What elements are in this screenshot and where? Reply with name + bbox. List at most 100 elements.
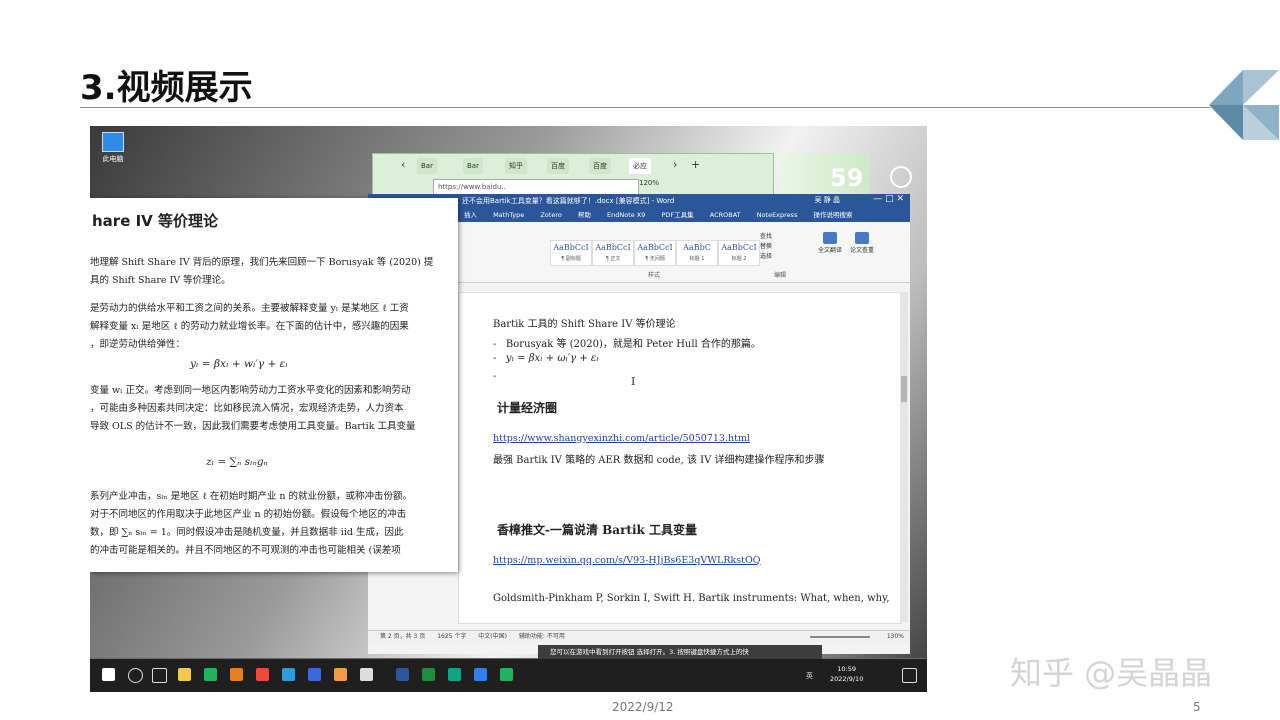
pdf-line: 解释变量 xₗ 是地区 ℓ 的劳动力就业增长率。在下面的估计中，感兴趣的因果 — [90, 321, 409, 332]
style-name: 标题 1 — [689, 256, 705, 262]
firefox-icon[interactable] — [230, 668, 243, 681]
doc-link-2[interactable]: https://mp.weixin.qq.com/s/V93-HJjBs6E3q… — [493, 555, 761, 566]
doc-link-1[interactable]: https://www.shangyexinzhi.com/article/50… — [493, 433, 750, 444]
ribbon-group-styles: 样式 — [648, 272, 661, 279]
browser-tab-1[interactable]: Bar — [417, 158, 437, 174]
chevron-left-icon[interactable]: ‹ — [401, 158, 405, 171]
ribbon-tab-zotero[interactable]: Zotero — [540, 211, 561, 219]
pdf-line: 是劳动力的供给水平和工资之间的关系。主要被解释变量 yₗ 是某地区 ℓ 工资 — [90, 303, 409, 314]
select-command[interactable]: 选择 — [760, 252, 772, 262]
pdf-line: 系列产业冲击，sₗₙ 是地区 ℓ 在初始时期产业 n 的就业份额，或称冲击份额。 — [90, 491, 413, 502]
app-icon-6[interactable] — [448, 668, 461, 681]
browser-tab-6[interactable]: 必应 — [629, 158, 651, 174]
app-icon-1[interactable] — [178, 668, 191, 681]
doc-bullet-1-text: Borusyak 等 (2020)，就是和 Peter Hull 合作的那篇。 — [505, 339, 761, 350]
status-words: 1625 个字 — [437, 633, 467, 640]
plagiarism-check-button[interactable]: 论文查重 — [848, 232, 876, 255]
desktop-icon-this-pc[interactable]: 此电脑 — [98, 132, 128, 164]
pdf-equation-1: yₗ = βxₗ + wₗ′γ + εₗ — [190, 358, 288, 370]
style-subtitle[interactable]: AaBbCcI ¶ 副标题 — [550, 240, 592, 266]
browser-tab-5[interactable]: 百度 — [589, 158, 611, 174]
slide-title: 3.视频展示 — [80, 68, 253, 108]
browser-tab-3[interactable]: 知乎 — [505, 158, 527, 174]
notification-center-icon[interactable] — [902, 668, 917, 683]
watermark: 知乎 @吴晶晶 — [1010, 654, 1213, 692]
task-view-icon[interactable] — [152, 668, 167, 683]
edit-commands: 查找 替换 选择 — [760, 232, 772, 262]
translate-button[interactable]: 全文翻译 — [816, 232, 844, 255]
style-sample: AaBbCcI — [553, 243, 589, 252]
user-name[interactable]: 吴 静 晶 — [815, 195, 840, 205]
find-command[interactable]: 查找 — [760, 232, 772, 242]
search-icon[interactable] — [128, 668, 143, 683]
status-accessibility[interactable]: 辅助功能: 不可用 — [519, 633, 565, 640]
style-heading-1[interactable]: AaBbC 标题 1 — [676, 240, 718, 266]
app-icon-7[interactable] — [474, 668, 487, 681]
zoom-level: 120% — [639, 179, 660, 187]
style-sample: AaBbCcI — [595, 243, 631, 252]
app-icon-4[interactable] — [334, 668, 347, 681]
style-heading-2[interactable]: AaBbCcI 标题 2 — [718, 240, 760, 266]
ribbon-tab-pdf[interactable]: PDF工具集 — [661, 211, 693, 219]
ribbon-tab-endnote[interactable]: EndNote X9 — [607, 211, 645, 219]
ribbon-tab-insert[interactable]: 插入 — [464, 211, 477, 219]
ribbon-tab-mathtype[interactable]: MathType — [493, 211, 524, 219]
status-language[interactable]: 中文(中国) — [478, 633, 507, 640]
chevron-right-icon[interactable]: › — [673, 158, 677, 171]
taskbar-clock[interactable]: 10:59 2022/9/10 — [830, 664, 863, 684]
add-tab-icon[interactable]: + — [691, 158, 700, 171]
pdf-line: 导致 OLS 的估计不一致，因此我们需要考虑使用工具变量。Bartik 工具变量 — [90, 421, 416, 432]
url-bar[interactable]: https://www.baidu.. — [433, 179, 639, 195]
browser-tab-4[interactable]: 百度 — [547, 158, 569, 174]
pdf-line: 具的 Shift Share IV 等价理论。 — [90, 275, 231, 286]
style-sample: AaBbCcI — [637, 243, 673, 252]
document-page[interactable]: Bartik 工具的 Shift Share IV 等价理论 - Borusya… — [458, 292, 902, 624]
status-zoom[interactable]: 130% — [887, 631, 904, 643]
computer-icon — [102, 132, 124, 152]
pdf-viewer-window: hare IV 等价理论 地理解 Shift Share IV 背后的原理，我们… — [90, 198, 458, 572]
weather-icon — [890, 166, 912, 188]
document-scrollbar[interactable] — [900, 292, 908, 622]
pdf-line: ，可能由多种因素共同决定：比如移民流入情况，宏观经济走势，人力资本 — [90, 403, 404, 414]
status-page: 第 2 页，共 3 页 — [380, 633, 426, 640]
edge-icon[interactable] — [282, 668, 295, 681]
word-icon[interactable] — [396, 668, 409, 681]
word-status-bar: 第 2 页，共 3 页 1625 个字 中文(中国) 辅助功能: 不可用 130… — [368, 630, 910, 643]
style-sample: AaBbC — [683, 243, 711, 252]
input-method-indicator[interactable]: 英 — [806, 671, 813, 681]
translate-icon — [823, 232, 837, 244]
style-name: ¶ 副标题 — [561, 256, 581, 262]
scrollbar-thumb[interactable] — [901, 376, 907, 402]
style-normal[interactable]: AaBbCcI ¶ 正文 — [592, 240, 634, 266]
chrome-icon[interactable] — [256, 668, 269, 681]
pdf-heading: hare IV 等价理论 — [92, 212, 219, 230]
zoom-slider[interactable] — [810, 636, 870, 638]
window-controls[interactable]: — □ ✕ — [873, 194, 904, 204]
screen-recording: 此电脑 ‹ Bar Bar 知乎 百度 百度 必应 › + https://ww… — [90, 126, 927, 692]
app-icon-2[interactable] — [204, 668, 217, 681]
pdf-line: 数，即 ∑ₙ sₗₙ = 1。同时假设冲击是随机变量，并且数据非 iid 生成，… — [90, 527, 404, 538]
doc-bullet-2: - yₗ = βxₗ + ωₗ′γ + εₗ — [493, 353, 599, 364]
app-icon-3[interactable] — [308, 668, 321, 681]
desktop-clock-widget: 59 — [830, 164, 864, 192]
ribbon-search[interactable]: 操作说明搜索 — [814, 211, 853, 219]
pdf-line: 变量 wₗ 正交。考虑到同一地区内影响劳动力工资水平变化的因素和影响劳动 — [90, 385, 411, 396]
desktop-icon-label: 此电脑 — [102, 155, 124, 163]
app-icon-5[interactable] — [422, 668, 435, 681]
text-cursor-icon: I — [631, 375, 636, 388]
settings-icon[interactable] — [360, 668, 373, 681]
windows-start-icon[interactable] — [102, 668, 115, 681]
wechat-icon[interactable] — [500, 668, 513, 681]
style-no-spacing[interactable]: AaBbCcI ¶ 无间隔 — [634, 240, 676, 266]
doc-section-2: 香樟推文-一篇说清 Bartik 工具变量 — [497, 523, 697, 537]
style-sample: AaBbCcI — [721, 243, 757, 252]
replace-command[interactable]: 替换 — [760, 242, 772, 252]
ribbon-tab-help[interactable]: 帮助 — [578, 211, 591, 219]
notification-banner[interactable]: 您可以在游戏中看到打开按钮 选择打开。3. 按照键盘快捷方式上的快 — [538, 645, 822, 659]
browser-tab-2[interactable]: Bar — [463, 158, 483, 174]
pdf-line: 对于不同地区的作用取决于此地区产业 n 的初始份额。假设每个地区的冲击 — [90, 509, 407, 520]
doc-bullet-1: - Borusyak 等 (2020)，就是和 Peter Hull 合作的那篇… — [493, 339, 761, 350]
ribbon-tab-noteexpress[interactable]: NoteExpress — [757, 211, 798, 219]
style-name: ¶ 正文 — [605, 256, 621, 262]
ribbon-tab-acrobat[interactable]: ACROBAT — [710, 211, 741, 219]
